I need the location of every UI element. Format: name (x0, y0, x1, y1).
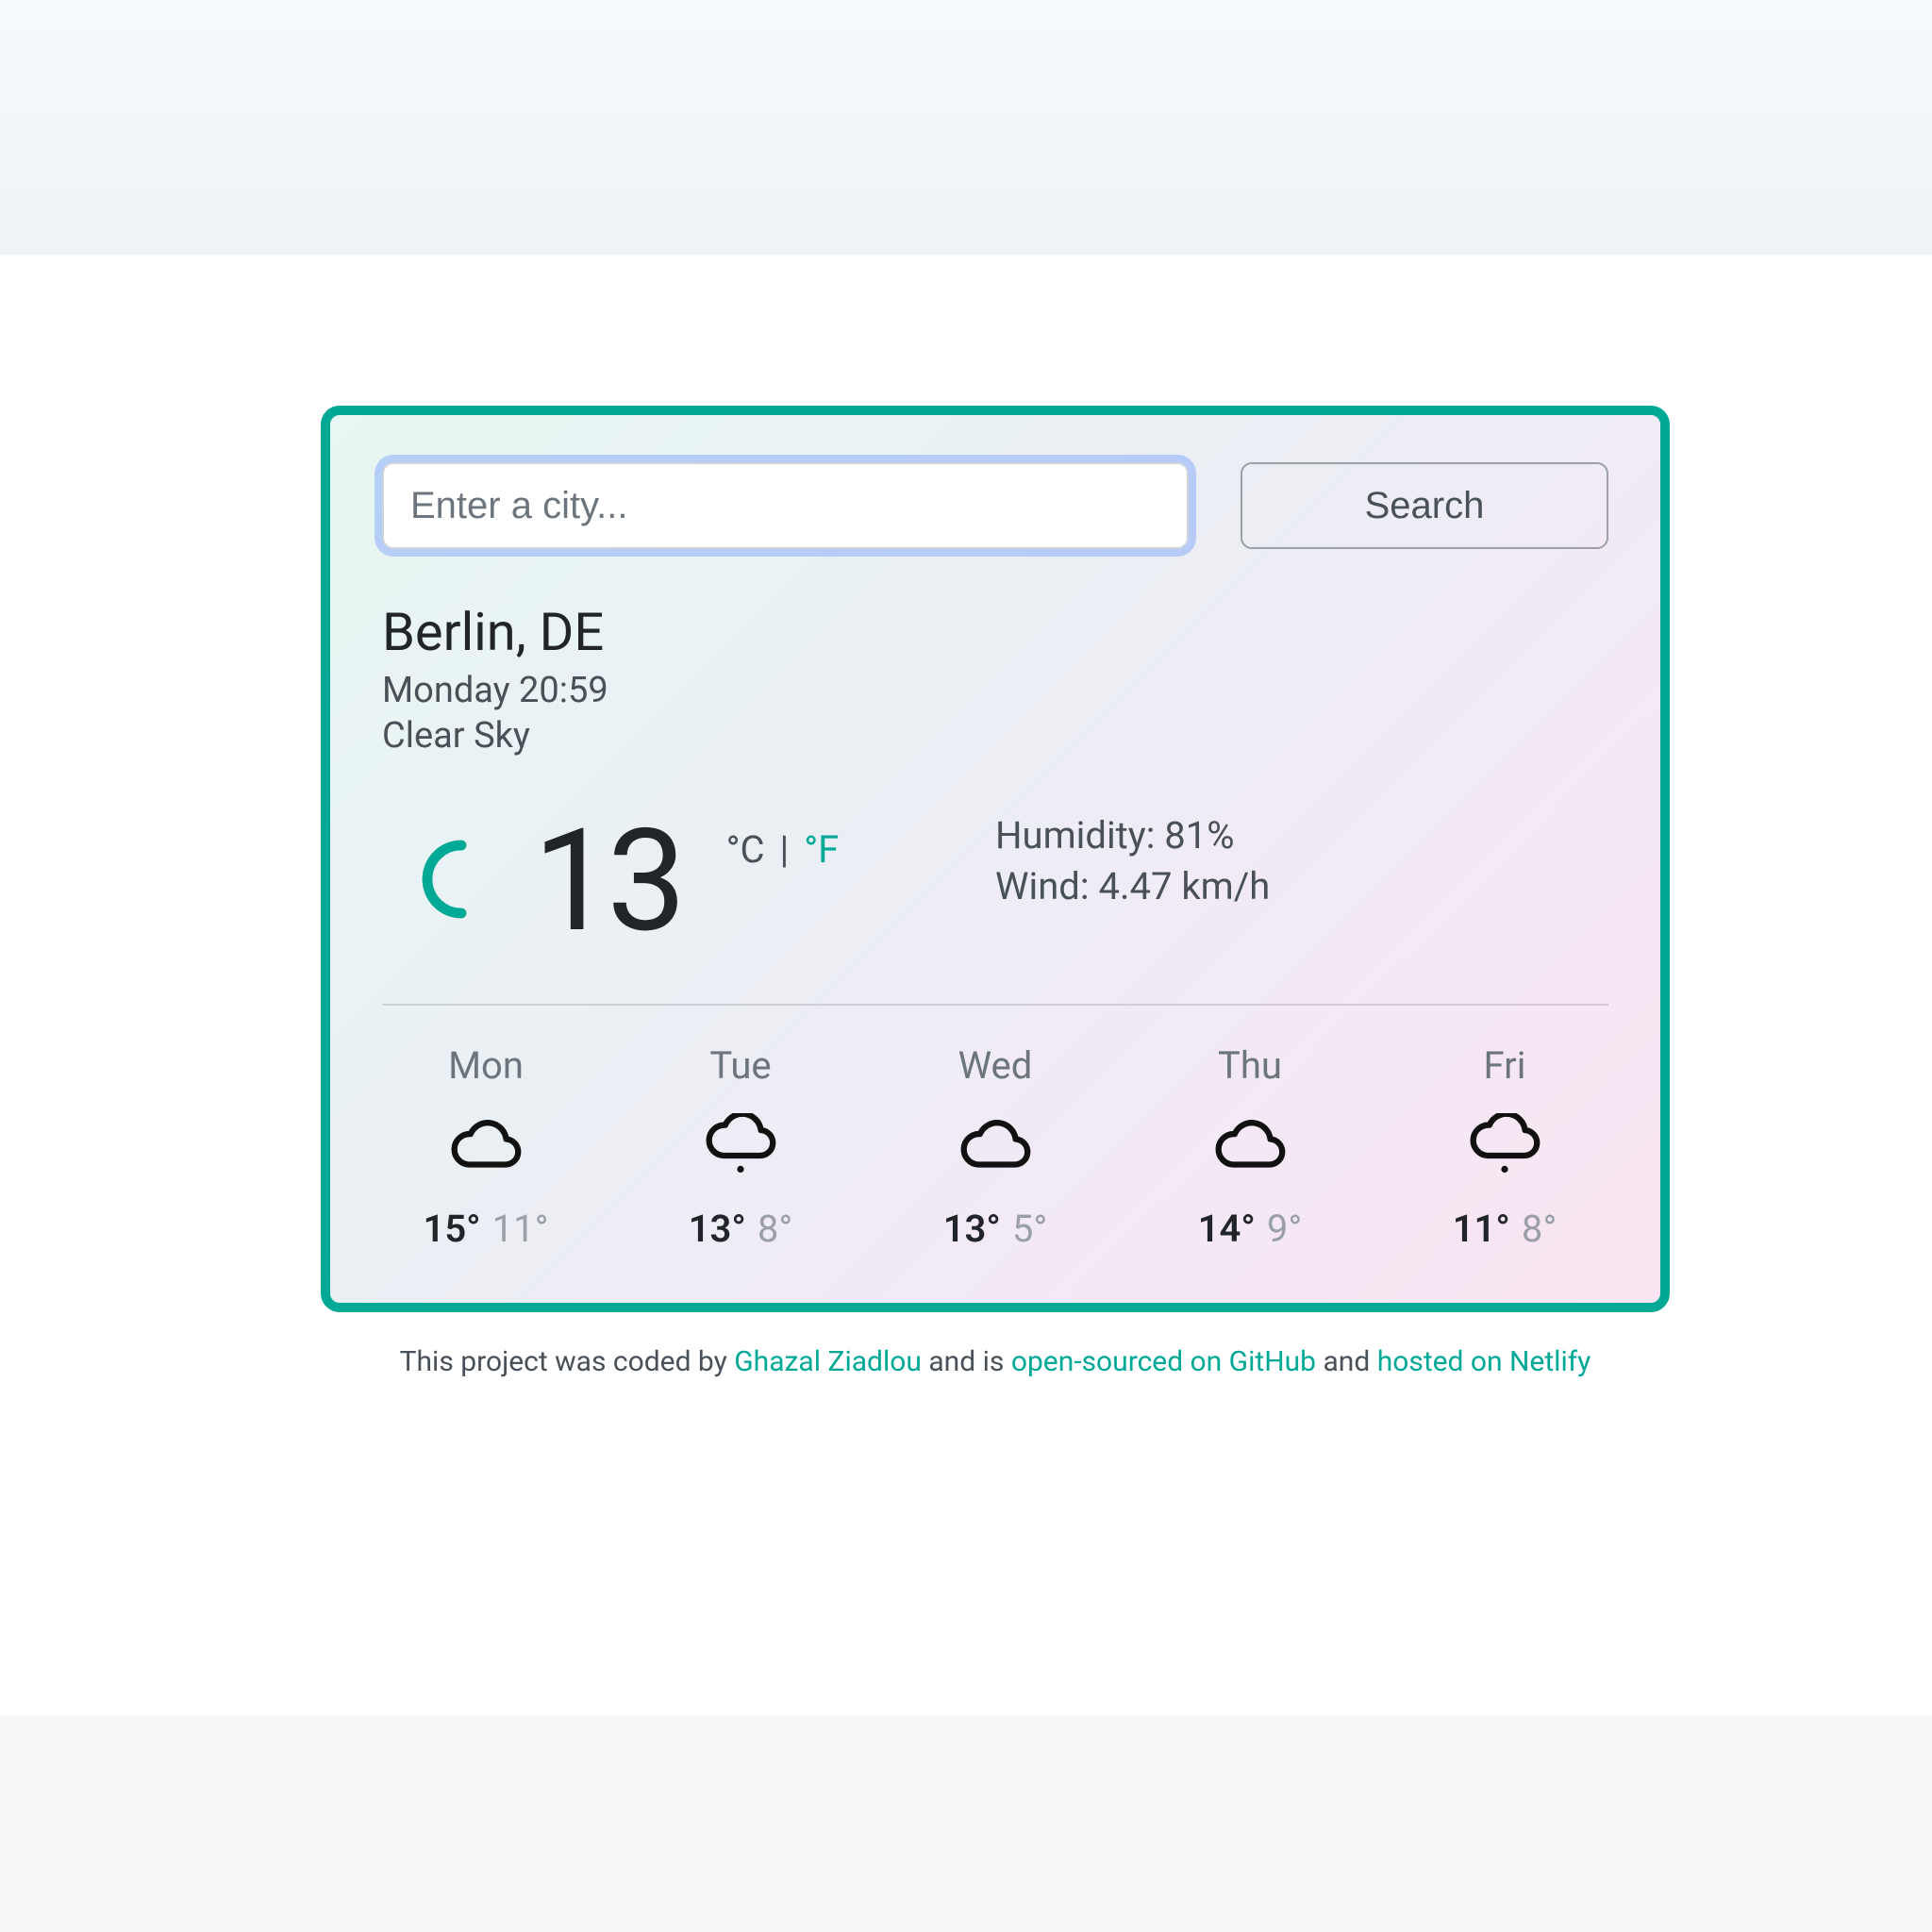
humidity-value: 81% (1164, 813, 1234, 858)
search-button[interactable]: Search (1241, 462, 1608, 549)
footer-gradient (0, 1715, 1932, 1932)
divider (382, 1004, 1608, 1006)
forecast-day: Tue 13° 8° (656, 1043, 825, 1251)
current-weather-row: 13 °C | °F Humidity: 81% Wind: 4.47 km/h (382, 810, 1608, 952)
forecast-temps: 11° 8° (1420, 1207, 1590, 1251)
forecast-temps: 13° 8° (656, 1207, 825, 1251)
forecast-temps: 14°9° (1165, 1207, 1335, 1251)
search-form: Search (382, 462, 1608, 549)
cloud-icon (910, 1105, 1080, 1190)
wind-value: 4.47 km/h (1098, 864, 1270, 908)
forecast-day: Wed 13°5° (910, 1043, 1080, 1251)
cloud-icon (401, 1105, 571, 1190)
forecast-day: Mon 15° 11° (401, 1043, 571, 1251)
forecast-hi: 15° (423, 1207, 480, 1251)
wind-row: Wind: 4.47 km/h (995, 861, 1270, 912)
current-description: Clear Sky (382, 714, 1608, 759)
current-left: 13 °C | °F (382, 810, 995, 952)
footer-text-1: This project was coded by (400, 1345, 735, 1378)
forecast-lo: 9° (1267, 1207, 1302, 1251)
forecast-hi: 11° (1453, 1207, 1510, 1251)
current-details: Humidity: 81% Wind: 4.47 km/h (995, 810, 1270, 912)
footer-credit: This project was coded by Ghazal Ziadlou… (321, 1345, 1670, 1378)
app-container: Search Berlin, DE Monday 20:59 Clear Sky… (321, 406, 1670, 1378)
forecast-day: Fri 11° 8° (1420, 1043, 1590, 1251)
forecast-hi: 13° (689, 1207, 746, 1251)
forecast-day: Thu 14°9° (1165, 1043, 1335, 1251)
forecast-lo: 5° (1012, 1207, 1047, 1251)
humidity-label: Humidity: (995, 813, 1164, 858)
forecast-day-name: Mon (401, 1043, 571, 1088)
forecast-temps: 15° 11° (401, 1207, 571, 1251)
forecast-row: Mon 15° 11° Tue (382, 1043, 1608, 1251)
unit-separator: | (771, 827, 799, 872)
forecast-day-name: Tue (656, 1043, 825, 1088)
forecast-lo: 11° (492, 1207, 549, 1251)
clear-night-icon (410, 837, 495, 922)
city-search-input[interactable] (382, 462, 1189, 549)
humidity-row: Humidity: 81% (995, 810, 1270, 861)
cloud-rain-icon (656, 1105, 825, 1190)
forecast-lo: 8° (758, 1207, 792, 1251)
cloud-icon (1165, 1105, 1335, 1190)
weather-card: Search Berlin, DE Monday 20:59 Clear Sky… (321, 406, 1670, 1312)
footer-text-2: and is (922, 1345, 1011, 1378)
forecast-day-name: Wed (910, 1043, 1080, 1088)
wind-label: Wind: (995, 864, 1098, 908)
footer-text-3: and (1316, 1345, 1377, 1378)
forecast-lo: 8° (1522, 1207, 1557, 1251)
netlify-link[interactable]: hosted on Netlify (1377, 1345, 1591, 1378)
city-name: Berlin, DE (382, 601, 1608, 663)
unit-toggle: °C | °F (726, 827, 840, 872)
github-link[interactable]: open-sourced on GitHub (1011, 1345, 1316, 1378)
forecast-hi: 14° (1198, 1207, 1256, 1251)
header-gradient (0, 0, 1932, 255)
author-link[interactable]: Ghazal Ziadlou (734, 1345, 922, 1378)
current-datetime: Monday 20:59 (382, 669, 1608, 714)
unit-celsius: °C (726, 827, 765, 872)
forecast-hi: 13° (943, 1207, 1001, 1251)
current-temperature: 13 (533, 810, 681, 952)
forecast-day-name: Thu (1165, 1043, 1335, 1088)
forecast-day-name: Fri (1420, 1043, 1590, 1088)
cloud-rain-icon (1420, 1105, 1590, 1190)
unit-fahrenheit-link[interactable]: °F (804, 827, 839, 872)
forecast-temps: 13°5° (910, 1207, 1080, 1251)
